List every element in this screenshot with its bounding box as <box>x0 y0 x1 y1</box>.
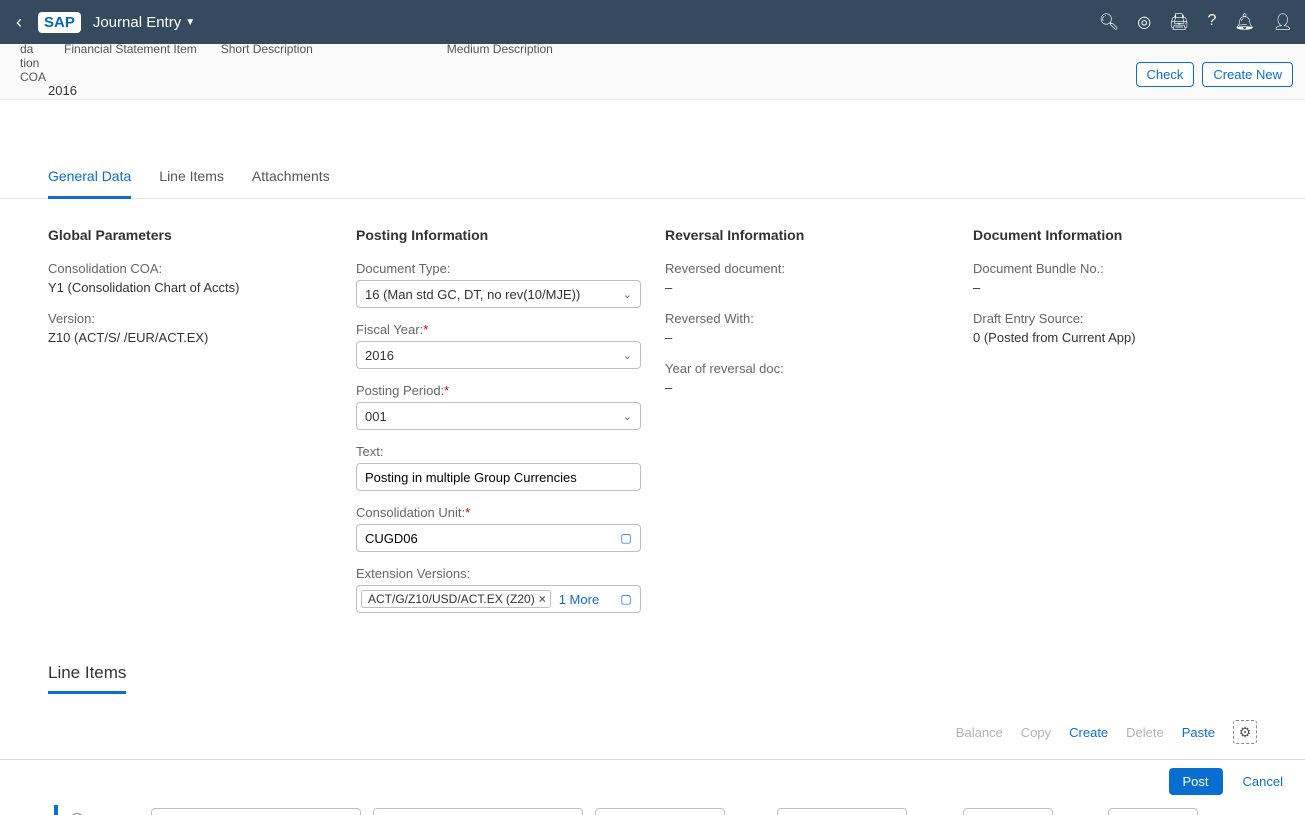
sub-header: da tion COA Financial Statement Item Sho… <box>0 44 1305 100</box>
consolidation-unit-field[interactable] <box>357 525 616 551</box>
gear-icon[interactable]: ⚙ <box>1233 720 1257 744</box>
token-remove-icon[interactable]: × <box>539 592 546 606</box>
cancel-button[interactable]: Cancel <box>1237 773 1289 790</box>
frag-col: Medium Description <box>447 42 553 84</box>
notification-flag-icon[interactable]: 🖨︎ <box>1169 12 1189 32</box>
back-icon[interactable]: ‹ <box>12 12 26 33</box>
text-input-field[interactable] <box>357 464 640 490</box>
amount-group-input[interactable] <box>777 808 907 815</box>
text-input[interactable] <box>356 463 641 491</box>
fiscal-year-value: 2016 <box>365 348 394 363</box>
section-posting-information: Posting Information Document Type: 16 (M… <box>356 227 641 627</box>
posting-period-value: 001 <box>365 409 387 424</box>
bundle-value: – <box>973 280 1257 295</box>
balance-link: Balance <box>956 725 1003 740</box>
consolidation-unit-label: Consolidation Unit:* <box>356 505 641 520</box>
shell-title[interactable]: Journal Entry ▼ <box>93 14 195 31</box>
reversed-with-value: – <box>665 330 949 345</box>
frag-text: da <box>20 42 46 56</box>
bell-icon[interactable]: 🔔︎ <box>1234 12 1254 32</box>
target-icon[interactable]: ◎ <box>1137 12 1151 32</box>
chevron-down-icon: ⌄ <box>623 288 632 301</box>
row-marker <box>54 805 58 815</box>
header-year: 2016 <box>48 83 77 98</box>
version-value: Z10 (ACT/S/ /EUR/ACT.EX) <box>48 330 332 345</box>
reversed-doc-value: – <box>665 280 949 295</box>
frag-col: Financial Statement Item <box>64 42 197 84</box>
paste-link[interactable]: Paste <box>1182 725 1215 740</box>
value-help-icon[interactable]: ▢ <box>616 592 636 606</box>
amount-z12-input[interactable] <box>963 808 1053 815</box>
subitem-input[interactable]: ▢ <box>373 808 583 815</box>
delete-link: Delete <box>1126 725 1164 740</box>
reversed-doc-label: Reversed document: <box>665 261 949 276</box>
ext-more-link[interactable]: 1 More <box>555 592 603 607</box>
fs-item-input[interactable]: ▢ <box>151 808 361 815</box>
help-icon[interactable]: ? <box>1207 12 1216 32</box>
user-icon[interactable]: 👤︎ <box>1273 12 1293 32</box>
reversal-year-value: – <box>665 380 949 395</box>
chevron-down-icon: ⌄ <box>623 349 632 362</box>
lineitems-toolbar: Balance Copy Create Delete Paste ⚙ <box>48 702 1257 754</box>
fiscal-year-label: Fiscal Year:* <box>356 322 641 337</box>
section-title: Posting Information <box>356 227 641 243</box>
tabs: General Data Line Items Attachments <box>0 158 1305 199</box>
check-button[interactable]: Check <box>1136 62 1195 87</box>
shell-title-text: Journal Entry <box>93 14 181 31</box>
frag-col: Short Description <box>221 42 313 84</box>
lineitems-heading: Line Items <box>48 663 126 694</box>
ext-versions-label: Extension Versions: <box>356 566 641 581</box>
draft-value: 0 (Posted from Current App) <box>973 330 1257 345</box>
amount-z20-input[interactable] <box>1108 808 1198 815</box>
amount-local-input[interactable] <box>595 808 725 815</box>
value-help-icon[interactable]: ▢ <box>616 531 636 545</box>
ext-version-token[interactable]: ACT/G/Z10/USD/ACT.EX (Z20) × <box>361 590 551 608</box>
frag-text: COA <box>20 70 46 84</box>
ext-versions-input[interactable]: ACT/G/Z10/USD/ACT.EX (Z20) × 1 More ▢ <box>356 585 641 613</box>
section-document-information: Document Information Document Bundle No.… <box>973 227 1257 627</box>
frag-text: tion <box>20 56 46 70</box>
text-label: Text: <box>356 444 641 459</box>
doctype-label: Document Type: <box>356 261 641 276</box>
tab-general-data[interactable]: General Data <box>48 158 131 199</box>
draft-label: Draft Entry Source: <box>973 311 1257 326</box>
posting-period-select[interactable]: 001 ⌄ <box>356 402 641 430</box>
bundle-label: Document Bundle No.: <box>973 261 1257 276</box>
reversal-year-label: Year of reversal doc: <box>665 361 949 376</box>
tab-line-items[interactable]: Line Items <box>159 158 224 198</box>
reversed-with-label: Reversed With: <box>665 311 949 326</box>
copy-link: Copy <box>1021 725 1051 740</box>
create-new-button[interactable]: Create New <box>1202 62 1293 87</box>
coa-label: Consolidation COA: <box>48 261 332 276</box>
token-text: ACT/G/Z10/USD/ACT.EX (Z20) <box>368 592 535 606</box>
footer-bar: Post Cancel <box>0 759 1305 803</box>
shell-header: ‹ SAP Journal Entry ▼ 🔍︎ ◎ 🖨︎ ? 🔔︎ 👤︎ <box>0 0 1305 44</box>
consolidation-unit-input[interactable]: ▢ <box>356 524 641 552</box>
tab-attachments[interactable]: Attachments <box>252 158 330 198</box>
chevron-down-icon: ⌄ <box>623 410 632 423</box>
coa-value: Y1 (Consolidation Chart of Accts) <box>48 280 332 295</box>
section-title: Global Parameters <box>48 227 332 243</box>
post-button[interactable]: Post <box>1169 768 1223 795</box>
doctype-select[interactable]: 16 (Man std GC, DT, no rev(10/MJE)) ⌄ <box>356 280 641 308</box>
chevron-down-icon: ▼ <box>185 17 195 28</box>
header-fragment: da tion COA Financial Statement Item Sho… <box>20 42 553 84</box>
section-title: Document Information <box>973 227 1257 243</box>
fiscal-year-select[interactable]: 2016 ⌄ <box>356 341 641 369</box>
search-icon[interactable]: 🔍︎ <box>1099 12 1119 32</box>
section-title: Reversal Information <box>665 227 949 243</box>
version-label: Version: <box>48 311 332 326</box>
page-body: General Data Line Items Attachments Glob… <box>0 100 1305 815</box>
create-link[interactable]: Create <box>1069 725 1108 740</box>
doctype-value: 16 (Man std GC, DT, no rev(10/MJE)) <box>365 287 580 302</box>
sap-logo: SAP <box>38 12 81 33</box>
section-reversal-information: Reversal Information Reversed document: … <box>665 227 949 627</box>
section-global-parameters: Global Parameters Consolidation COA: Y1 … <box>48 227 332 627</box>
posting-period-label: Posting Period:* <box>356 383 641 398</box>
